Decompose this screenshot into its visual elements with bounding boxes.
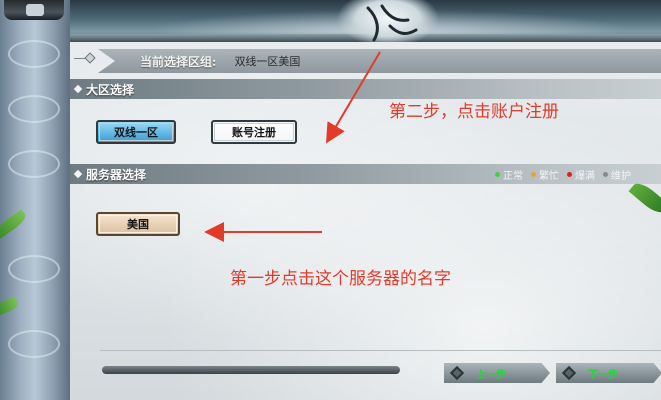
account-register-button[interactable]: 账号注册 — [211, 120, 297, 144]
diamond-bullet-icon — [73, 84, 83, 94]
scroll-roller-decoration — [0, 0, 70, 400]
status-dot-icon — [495, 171, 500, 177]
current-region-value: 双线一区美国 — [234, 55, 301, 68]
diamond-icon — [449, 365, 465, 381]
cloud-swirl-decoration — [8, 95, 60, 123]
legend-label: 正常 — [503, 170, 523, 182]
top-banner — [0, 0, 661, 42]
area-1-button[interactable]: 双线一区 — [96, 120, 176, 144]
area-section-header: 大区选择 — [70, 79, 661, 99]
legend-label: 维护 — [611, 170, 631, 182]
next-step-label: 下一步 — [588, 369, 618, 381]
main-panel: 当前选择区组: 双线一区美国 大区选择 双线一区 账号注册 服务器选择 正常 繁… — [70, 42, 661, 400]
region-bar-diamond-icon — [84, 52, 96, 64]
status-dot-icon — [567, 171, 572, 177]
leaf-decoration — [0, 209, 29, 239]
server-section-title: 服务器选择 — [86, 167, 147, 182]
server-button-usa[interactable]: 美国 — [96, 212, 180, 236]
annotation-step-two: 第二步，点击账户注册 — [389, 102, 559, 122]
diamond-bullet-icon — [73, 169, 83, 179]
prev-step-button[interactable]: 上一步 — [444, 363, 550, 383]
bottom-divider — [100, 350, 661, 351]
scroll-roller-knob — [26, 4, 44, 16]
banner-bottom-strip — [0, 34, 661, 42]
leaf-decoration — [0, 296, 20, 316]
legend-label: 繁忙 — [539, 170, 559, 182]
status-dot-icon — [603, 171, 608, 177]
cloud-swirl-decoration — [8, 330, 60, 358]
prev-step-label: 上一步 — [476, 369, 506, 381]
next-step-button[interactable]: 下一步 — [556, 363, 661, 383]
legend-item-busy: 繁忙 — [531, 167, 559, 182]
server-status-legend: 正常 繁忙 爆满 维护 — [495, 164, 631, 184]
status-dot-icon — [531, 171, 536, 177]
cloud-swirl-decoration — [8, 150, 60, 178]
game-logo-emblem — [338, 0, 438, 42]
area-section-title: 大区选择 — [86, 82, 135, 97]
progress-track — [102, 366, 400, 374]
cloud-swirl-decoration — [8, 255, 60, 283]
legend-label: 爆满 — [575, 170, 595, 182]
server-section-header: 服务器选择 正常 繁忙 爆满 维护 — [70, 164, 661, 184]
legend-item-full: 爆满 — [567, 167, 595, 182]
annotation-step-one: 第一步点击这个服务器的名字 — [230, 269, 451, 289]
current-region-bar: 当前选择区组: 双线一区美国 — [98, 49, 661, 73]
scroll-roller-cap — [4, 0, 64, 20]
legend-item-normal: 正常 — [495, 167, 523, 182]
current-region-label: 当前选择区组: — [140, 54, 217, 69]
legend-item-maintenance: 维护 — [603, 167, 631, 182]
cloud-swirl-decoration — [8, 40, 60, 68]
diamond-icon — [561, 365, 577, 381]
